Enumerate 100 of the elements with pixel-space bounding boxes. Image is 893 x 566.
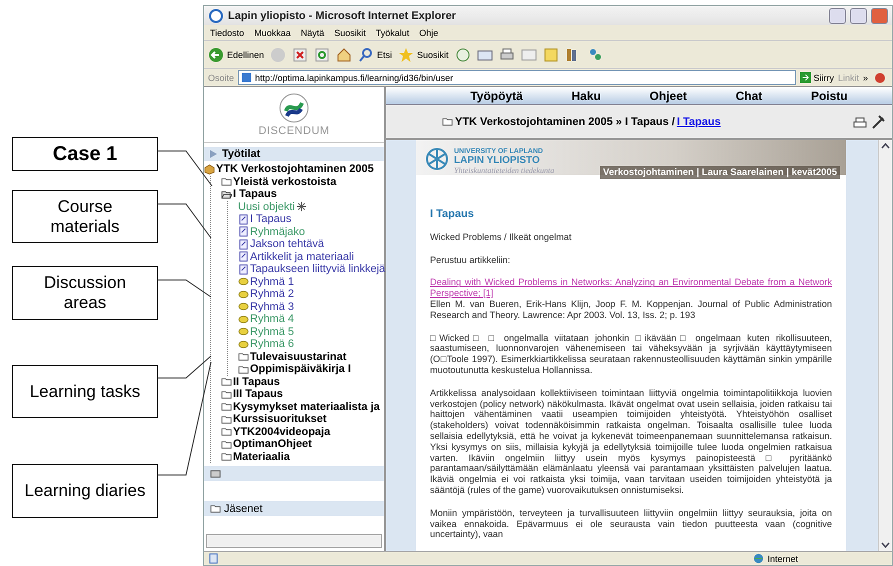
callout-label: Learning tasks bbox=[12, 365, 158, 418]
refresh-icon[interactable] bbox=[314, 46, 330, 62]
menu-item[interactable]: Näytä bbox=[300, 28, 324, 38]
nav-tab[interactable]: Työpöytä bbox=[470, 88, 523, 102]
folder-icon bbox=[221, 388, 232, 400]
tree-item[interactable]: Jakson tehtävä bbox=[250, 238, 324, 250]
page-icon bbox=[238, 251, 249, 262]
speech-bubble-icon bbox=[238, 288, 249, 300]
menu-item[interactable]: Ohje bbox=[419, 28, 438, 38]
speech-bubble-icon bbox=[238, 326, 249, 338]
speech-bubble-icon bbox=[238, 301, 249, 312]
sparkle-icon bbox=[296, 201, 307, 212]
folder-icon bbox=[221, 451, 232, 462]
leader-line bbox=[158, 280, 212, 298]
nav-tab[interactable]: Poistu bbox=[810, 88, 848, 102]
nav-tab[interactable]: Haku bbox=[572, 88, 601, 102]
tree-item[interactable]: I Tapaus bbox=[233, 188, 277, 200]
tree-item[interactable]: Ryhmä 2 bbox=[250, 288, 294, 300]
stop-icon[interactable] bbox=[292, 46, 308, 62]
members-item[interactable]: Jäsenet bbox=[224, 502, 263, 514]
horizontal-scrollbar[interactable] bbox=[206, 534, 382, 548]
university-name: LAPIN YLIOPISTO bbox=[454, 155, 541, 166]
tree-item[interactable]: Ryhmä 3 bbox=[250, 300, 294, 313]
menu-item[interactable]: Suosikit bbox=[334, 28, 366, 38]
leader-line bbox=[158, 150, 212, 186]
nav-tab[interactable]: Chat bbox=[736, 88, 762, 102]
maximize-button[interactable] bbox=[850, 8, 867, 24]
article-link[interactable]: Dealing with Wicked Problems in Networks: Analyzing an Environmental Debate from a Network Perspective; [1] bbox=[430, 277, 832, 299]
menu-item[interactable]: Työkalut bbox=[376, 28, 410, 38]
tree-item[interactable]: II Tapaus bbox=[233, 376, 280, 388]
tree-item[interactable]: YTK2004videopaja bbox=[233, 426, 330, 438]
home-icon[interactable] bbox=[336, 46, 352, 62]
citation-text: Ellen M. van Bueren, Erik-Hans Klijn, Joop F. M. Koppenjan. Journal of Public Administration Research and Theory. Lawrence: Apr 2003. Vol. 13, Iss. 2; p. 193 bbox=[430, 298, 832, 321]
address-label: Osoite bbox=[208, 72, 234, 82]
faculty-name: Yhteiskuntatieteiden tiedekunta bbox=[454, 166, 554, 175]
paragraph: Moniin ympäristöön, terveyteen ja turvallisuuteen liittyviin ongelmiin liittyy seurauksia, joita on vaikea ennakoida. Epävarmuus ei ole seurausta vain tiedon puutteesta vaan (cognitive uncertainty), vaan bbox=[430, 508, 832, 540]
more-button[interactable]: » bbox=[862, 72, 868, 82]
callout-label: Case 1 bbox=[12, 137, 158, 171]
course-info: Verkostojohtaminen | Laura Saarelainen | kevät2005 bbox=[600, 166, 840, 179]
box-icon bbox=[204, 164, 215, 175]
folder-icon bbox=[238, 364, 249, 375]
tree-item[interactable]: Kysymykset materiaalista ja bbox=[233, 400, 380, 413]
printer-icon[interactable] bbox=[498, 46, 515, 62]
page-icon bbox=[238, 226, 249, 238]
tree-item[interactable]: Materiaalia bbox=[233, 450, 290, 463]
callout-label: Discussion areas bbox=[12, 266, 158, 320]
callout-label: Learning diaries bbox=[12, 464, 158, 518]
page-icon bbox=[238, 214, 249, 225]
tree-item[interactable]: OptimanOhjeet bbox=[233, 438, 312, 450]
close-button[interactable] bbox=[871, 8, 888, 24]
search-button[interactable]: Etsi bbox=[358, 46, 392, 62]
minimize-button[interactable] bbox=[829, 8, 846, 24]
paragraph: Artikkelissa analysoidaan kollektiiviseen toimintaan liittyviä ongelmia toimintapolitiikkoja luovien verkostojen (policy network) näkökulmasta. Ikävät ongelmat ovat usein sellaisia, joiden ratkaisu tai haittojen vähentäminen vaatii useampien toimijoiden yhteistyötä. Yhteistyöhön osalliset (stakeholders) voivat todennäköisimmin ratkaista ongelman. Toisaalta osallisille tulee luoda sellaisia edellytyksiä, että he voivat ja kykenevät toimeenpanemaan suunnittelemansa ratkaisun. Yksi kysymys on siis, millaisia kykyjä ja edellytyksiä toimijoille tulee luoda ongelmien ratkaisua varten. Ikäviin ongelmiin liittyy usein myös kysymys painopisteestä □ pyritäänkö parantamaan/säilyttämään elämänlaatu yleensä vai parantamaan yksittäisten palvelujen laatua. Ikäviä ongelmia ei voi ratkaista yksi toimija, vaan tarvitaan useiden toimijoiden yhteistyötä ja sääntöjä (rules of the game) vuorovaikutuksen onnistumiseksi. bbox=[430, 388, 832, 496]
tree-item[interactable]: Kurssisuoritukset bbox=[233, 413, 327, 426]
browser-icon bbox=[208, 8, 224, 24]
tree-item[interactable]: Tapaukseen liittyviä linkkejä bbox=[250, 263, 386, 276]
nav-tab[interactable]: Ohjeet bbox=[650, 88, 687, 102]
go-button[interactable]: Siirry bbox=[800, 72, 834, 83]
tree-item[interactable]: Ryhmä 1 bbox=[250, 276, 294, 288]
swirl-logo-icon bbox=[279, 92, 309, 122]
tree-item[interactable]: Oppimispäiväkirja I bbox=[250, 363, 351, 376]
tree-item[interactable]: Yleistä verkostoista bbox=[233, 176, 336, 188]
logo-text: DISCENDUM bbox=[258, 124, 330, 136]
paragraph: □Wicked□ □ ongelmalla viitataan johonkin □ikävään□ ongelmaan kuten rikollisuuteen, saastumiseen, luonnonvarojen vähenemiseen tai väheksyvään ja syrjivään käyttäytymiseen (O□Toole 1997). Esimerkkiartikkelissa seurataan rakennusteollisuuden käyttämän sinkin ympärille muotoutunutta keskustelua Hollannissa. bbox=[430, 332, 832, 376]
note-icon[interactable] bbox=[542, 46, 559, 62]
favorites-button[interactable]: Suosikit bbox=[398, 46, 449, 62]
folder-icon bbox=[221, 414, 232, 425]
tree-item[interactable]: I Tapaus bbox=[250, 213, 292, 226]
menu-item[interactable]: Muokkaa bbox=[254, 28, 291, 38]
folder-icon bbox=[221, 401, 232, 412]
article-heading: I Tapaus bbox=[430, 209, 475, 220]
address-field[interactable]: http://optima.lapinkampus.fi/learning/id36/bin/user bbox=[238, 70, 796, 85]
zone-label: Internet bbox=[767, 554, 798, 564]
workspaces-header[interactable]: Työtilat bbox=[222, 148, 260, 160]
page-icon bbox=[208, 553, 219, 564]
tree-item[interactable]: Artikkelit ja materiaali bbox=[250, 250, 354, 263]
search-icon bbox=[358, 46, 374, 62]
page-icon bbox=[238, 238, 249, 250]
folder-icon bbox=[221, 438, 232, 450]
tree-item[interactable]: Tulevaisuustarinat bbox=[250, 350, 346, 363]
back-button[interactable]: Edellinen bbox=[208, 46, 264, 62]
menu-item[interactable]: Tiedosto bbox=[210, 28, 244, 38]
page-icon bbox=[238, 264, 249, 275]
callout-label: Course materials bbox=[12, 190, 158, 243]
speech-bubble-icon bbox=[238, 314, 249, 325]
leader-line bbox=[158, 204, 212, 238]
vertical-scrollbar[interactable] bbox=[878, 140, 892, 551]
folder-icon bbox=[238, 351, 249, 362]
folder-icon bbox=[210, 503, 221, 514]
folder-icon bbox=[221, 176, 232, 188]
folder-icon bbox=[442, 116, 453, 127]
tools-icon[interactable] bbox=[870, 114, 886, 130]
camera-icon[interactable] bbox=[210, 468, 221, 479]
breadcrumb-link[interactable]: I Tapaus bbox=[676, 116, 721, 128]
star-icon bbox=[398, 46, 414, 62]
tree-item[interactable]: YTK Verkostojohtaminen 2005 bbox=[216, 163, 374, 176]
tree-item[interactable]: III Tapaus bbox=[233, 388, 283, 400]
article-subtitle: Wicked Problems / Ilkeät ongelmat bbox=[430, 232, 572, 243]
breadcrumb-path: YTK Verkostojohtaminen 2005 » I Tapaus / bbox=[455, 116, 675, 128]
snowflake-logo-icon bbox=[426, 148, 448, 170]
